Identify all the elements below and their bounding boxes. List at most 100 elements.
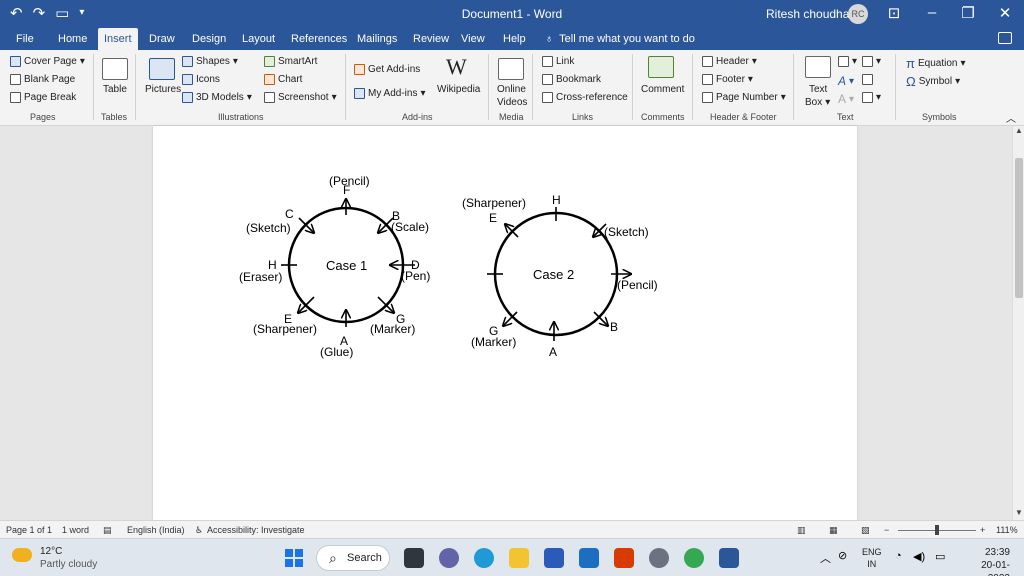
tab-home[interactable]: Home [52,28,93,50]
symbol-button[interactable]: Ω Symbol ▾ [906,74,960,89]
page-count[interactable]: Page 1 of 1 [6,525,52,535]
wikipedia-icon[interactable]: W [446,54,467,80]
cover-page-button[interactable]: Cover Page ▾ [10,56,85,67]
wordart-button[interactable]: A ▾ [838,74,854,88]
text-box-button[interactable]: Text [809,84,827,95]
icons-button[interactable]: Icons [182,74,220,85]
office-icon[interactable] [614,548,634,568]
text-box-button-line2[interactable]: Box ▾ [805,97,830,108]
bookmark-button[interactable]: Bookmark [542,74,601,85]
cross-reference-button[interactable]: Cross-reference [542,92,628,103]
tab-mailings[interactable]: Mailings [351,28,403,50]
file-explorer-icon[interactable] [509,548,529,568]
shapes-button[interactable]: Shapes ▾ [182,56,238,67]
collapse-ribbon-icon[interactable]: ︿ [1006,110,1016,125]
online-videos-button-line2[interactable]: Videos [497,97,527,108]
header-button[interactable]: Header ▾ [702,56,757,67]
tab-file[interactable]: File [10,28,40,50]
tell-me-search[interactable]: ♁ Tell me what you want to do [545,28,695,50]
blank-page-button[interactable]: Blank Page [10,74,75,85]
tab-draw[interactable]: Draw [143,28,181,50]
table-icon[interactable] [102,58,128,80]
weather-temperature[interactable]: 12°C [40,546,62,557]
smartart-button[interactable]: SmartArt [264,56,317,67]
equation-button[interactable]: π Equation ▾ [906,56,966,71]
close-icon[interactable]: ✕ [995,4,1015,22]
quick-parts-button[interactable]: ▾ [838,56,857,67]
3d-models-button[interactable]: 3D Models ▾ [182,92,252,103]
word-count[interactable]: 1 word [62,525,89,535]
accessibility-status[interactable]: Accessibility: Investigate [207,525,305,535]
input-language[interactable]: ENG IN [862,546,882,570]
comment-button[interactable]: Comment [641,84,684,95]
group-label-pages: Pages [30,112,56,122]
scroll-down-icon[interactable]: ▼ [1013,508,1024,520]
chrome-icon[interactable] [684,548,704,568]
tab-view[interactable]: View [455,28,491,50]
new-comment-icon[interactable] [648,56,674,78]
smartart-icon [264,56,275,67]
store-icon[interactable] [544,548,564,568]
proofing-icon[interactable]: ▤ [103,525,112,536]
tab-layout[interactable]: Layout [236,28,281,50]
signature-line-button[interactable]: ▾ [862,56,881,67]
volume-icon[interactable]: ◀) [913,550,925,563]
user-name[interactable]: Ritesh choudhary [766,7,859,21]
link-button[interactable]: Link [542,56,574,67]
chart-button[interactable]: Chart [264,74,302,85]
restore-icon[interactable]: ❐ [958,4,978,22]
page-number-button[interactable]: Page Number ▾ [702,92,786,103]
zoom-level[interactable]: 111% [996,525,1018,535]
zoom-in-icon[interactable]: + [980,525,985,535]
weather-icon[interactable] [12,548,32,562]
get-addins-button[interactable]: Get Add-ins [354,64,420,75]
show-hidden-icons-icon[interactable]: ︿ [820,550,831,566]
drop-cap-button[interactable]: A ▾ [838,92,854,106]
weather-description[interactable]: Partly cloudy [40,559,97,570]
comments-pane-icon[interactable] [998,32,1012,44]
date-time-button[interactable] [862,74,873,85]
wifi-icon[interactable]: ◔ [895,550,902,562]
pictures-icon[interactable] [149,58,175,80]
system-clock[interactable]: 23:39 20-01-2023 [962,546,1010,576]
page-break-button[interactable]: Page Break [10,92,76,103]
avatar[interactable]: RC [848,4,868,24]
zoom-out-icon[interactable]: − [884,525,889,535]
teams-chat-icon[interactable] [439,548,459,568]
tab-design[interactable]: Design [186,28,232,50]
tab-review[interactable]: Review [407,28,455,50]
table-button[interactable]: Table [103,84,127,95]
tab-references[interactable]: References [285,28,353,50]
tab-insert[interactable]: Insert [98,28,138,50]
online-videos-button[interactable]: Online [497,84,526,95]
taskbar-search[interactable]: Search [316,545,390,571]
web-layout-icon[interactable]: ▧ [861,525,870,536]
ribbon-display-options-icon[interactable]: ⊡ [884,4,904,22]
vertical-scrollbar[interactable]: ▲ ▼ [1012,126,1024,520]
scroll-up-icon[interactable]: ▲ [1013,126,1024,138]
wikipedia-button[interactable]: Wikipedia [437,84,480,95]
read-mode-icon[interactable]: ▥ [797,525,806,536]
edge-icon[interactable] [474,548,494,568]
battery-icon[interactable]: ▭ [935,550,945,563]
my-addins-button[interactable]: My Add-ins ▾ [354,88,426,99]
word-icon[interactable] [719,548,739,568]
settings-gear-icon[interactable] [649,548,669,568]
online-videos-icon[interactable] [498,58,524,80]
print-layout-icon[interactable]: ▦ [829,525,838,536]
tab-help[interactable]: Help [497,28,532,50]
screenshot-button[interactable]: Screenshot ▾ [264,92,337,103]
start-button[interactable] [285,549,303,567]
footer-button[interactable]: Footer ▾ [702,74,753,85]
document-page[interactable]: Case 1 F (Pencil) B (Scale) D (Pen) G (M… [153,126,857,520]
task-view-icon[interactable] [404,548,424,568]
language-status[interactable]: English (India) [127,525,185,535]
object-button[interactable]: ▾ [862,92,881,103]
network-status-icon[interactable]: ⊘ [838,549,847,562]
scroll-thumb[interactable] [1015,158,1023,298]
pictures-button[interactable]: Pictures [145,84,181,95]
zoom-slider-thumb[interactable] [935,525,939,535]
text-box-icon[interactable] [805,56,831,78]
minimize-icon[interactable]: – [922,4,942,21]
mail-icon[interactable] [579,548,599,568]
